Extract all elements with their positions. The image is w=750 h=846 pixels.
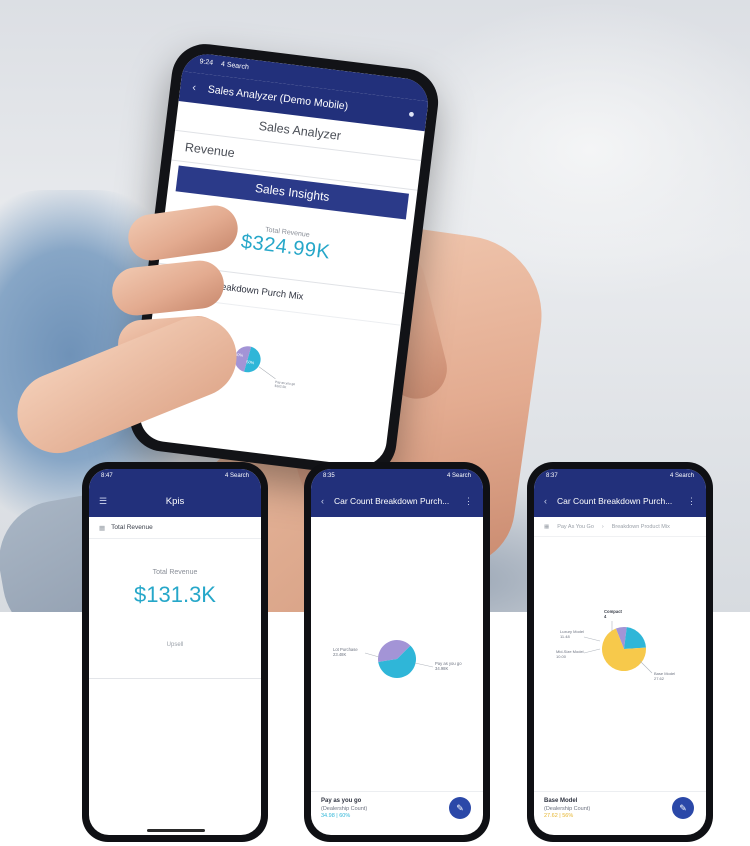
list-item[interactable]: ▦ Total Revenue — [89, 517, 261, 539]
edit-fab[interactable]: ✎ — [672, 797, 694, 819]
pie-callout-line-left-1 — [583, 636, 601, 642]
chart-icon: ▦ — [99, 524, 106, 532]
pie-slice-teal — [624, 627, 646, 649]
breadcrumb-item[interactable]: Pay As You Go — [557, 524, 594, 530]
kpi-label: Total Revenue — [152, 569, 198, 576]
app-title: Car Count Breakdown Purch... — [557, 496, 673, 506]
breadcrumb-icon: ▦ — [544, 523, 550, 530]
back-arrow-icon[interactable]: ‹ — [192, 82, 197, 94]
chat-icon[interactable]: ● — [407, 108, 415, 121]
main-phone-frame: 9:24 4 Search ‹ Sales Analyzer (Demo Mob… — [126, 40, 442, 480]
pencil-icon: ✎ — [456, 802, 464, 813]
status-bar: 8:35 4 Search — [311, 469, 483, 485]
pie-chart[interactable]: Compact 4 Luxury Model 11.48 Mid-Size Mo… — [534, 549, 706, 799]
status-bar: 8:47 4 Search — [89, 469, 261, 485]
status-time: 8:47 — [101, 473, 113, 479]
pie-label-left-2: Mid-Size Model 10.00 — [556, 649, 585, 659]
phone-pie-three-screen: 8:37 4 Search ‹ Car Count Breakdown Purc… — [534, 469, 706, 835]
pie-label-right: Pay as you go 34.98K — [435, 661, 463, 671]
pie-callout-line-left-2 — [583, 648, 601, 654]
kpi-footer: Upsell — [166, 642, 184, 648]
pie-callout-line-right — [414, 662, 434, 668]
pie-label-left-1: Luxury Model 11.48 — [560, 629, 585, 639]
app-bar: ‹ Car Count Breakdown Purch... ⋮ — [311, 485, 483, 517]
breadcrumb: ▦ Pay As You Go › Breakdown Product Mix — [534, 517, 706, 537]
menu-icon[interactable]: ☰ — [99, 496, 107, 507]
pencil-icon: ✎ — [679, 802, 687, 813]
kpi-card[interactable]: Total Revenue $131.3K Upsell — [89, 539, 261, 679]
pie-callout-line — [258, 366, 276, 380]
app-title: Kpis — [165, 495, 185, 507]
pie-callout-line-right — [639, 660, 653, 674]
status-carrier: 4 Search — [220, 60, 250, 72]
more-vertical-icon[interactable]: ⋮ — [464, 496, 473, 507]
status-time: 9:24 — [199, 58, 214, 67]
home-indicator — [147, 829, 205, 832]
pie-callout-label: Pay as you go $162.5K — [274, 380, 296, 391]
status-time: 8:35 — [323, 473, 335, 479]
phone-kpi: 8:47 4 Search ☰ Kpis ☰ ▦ Total Revenue T… — [82, 462, 268, 842]
kpi-value: $131.3K — [134, 582, 216, 607]
pie-label-top: Compact 4 — [604, 609, 623, 619]
more-vertical-icon[interactable]: ⋮ — [687, 496, 696, 507]
phone-pie-two: 8:35 4 Search ‹ Car Count Breakdown Purc… — [304, 462, 490, 842]
status-carrier: 4 Search — [224, 473, 249, 479]
phone-pie-three: 8:37 4 Search ‹ Car Count Breakdown Purc… — [527, 462, 713, 842]
kpi-value: $324.99K — [239, 230, 332, 263]
app-bar: ☰ Kpis ☰ — [89, 485, 261, 517]
row-label: Total Revenue — [111, 524, 153, 531]
pie-label-right: Base Model 27.62 — [654, 671, 676, 681]
main-phone: 9:24 4 Search ‹ Sales Analyzer (Demo Mob… — [126, 40, 442, 480]
status-carrier: 4 Search — [446, 473, 471, 479]
pie-callout-line-left — [364, 652, 380, 658]
status-bar: 8:37 4 Search — [534, 469, 706, 485]
app-bar: ‹ Car Count Breakdown Purch... ⋮ — [534, 485, 706, 517]
app-title: Car Count Breakdown Purch... — [334, 496, 450, 506]
status-carrier: 4 Search — [669, 473, 694, 479]
status-time: 8:37 — [546, 473, 558, 479]
pie-label-right: 50% — [246, 359, 255, 365]
edit-fab[interactable]: ✎ — [449, 797, 471, 819]
breadcrumb-separator: › — [601, 523, 604, 530]
phone-pie-two-screen: 8:35 4 Search ‹ Car Count Breakdown Purc… — [311, 469, 483, 835]
phone-kpi-screen: 8:47 4 Search ☰ Kpis ☰ ▦ Total Revenue T… — [89, 469, 261, 835]
pie-label-left: Lot Purchase 23.48K — [333, 647, 359, 657]
back-arrow-icon[interactable]: ‹ — [544, 496, 547, 506]
breadcrumb-item[interactable]: Breakdown Product Mix — [612, 524, 670, 530]
back-arrow-icon[interactable]: ‹ — [321, 496, 324, 506]
pie-chart[interactable]: Lot Purchase 23.48K Pay as you go 34.98K — [311, 529, 483, 779]
